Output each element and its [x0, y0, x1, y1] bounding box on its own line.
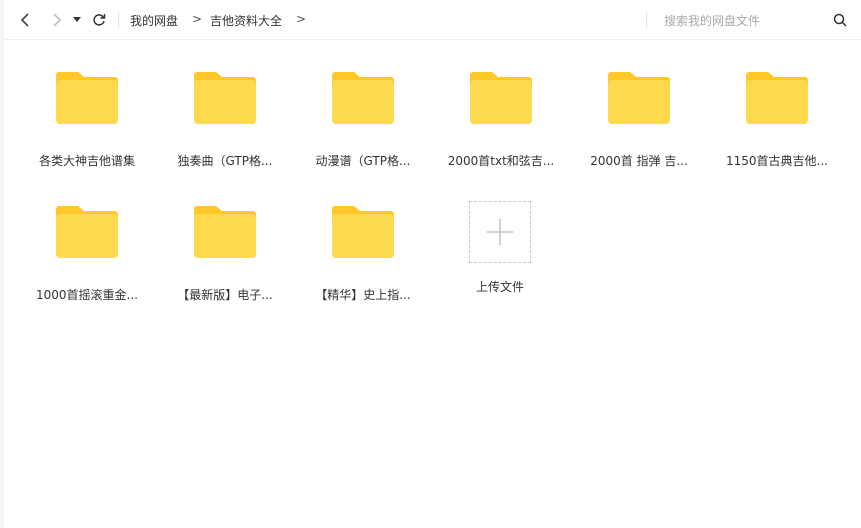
folder-name: 1150首古典吉他... [726, 154, 828, 168]
refresh-icon [93, 14, 106, 26]
folder-name: 2000首 指弹 吉... [590, 154, 688, 168]
folder-icon [470, 72, 532, 124]
folder-name: 各类大神吉他谱集 [38, 154, 135, 168]
folder-icon [194, 72, 256, 124]
breadcrumb-separator: > [192, 12, 203, 26]
search-divider [646, 12, 647, 28]
chevron-left-icon [20, 13, 29, 27]
plus-icon [487, 219, 513, 245]
folder-name: 2000首txt和弦吉... [447, 154, 555, 168]
breadcrumb-separator: > [296, 12, 307, 26]
folder-name: 动漫谱（GTP格... [315, 154, 411, 168]
folder-name: 【精华】史上指... [315, 288, 411, 302]
folder-name: 独奏曲（GTP格... [177, 154, 273, 168]
folder-icon [56, 206, 118, 258]
chevron-right-icon [53, 13, 62, 27]
search-input[interactable]: 搜索我的网盘文件 [664, 12, 760, 29]
refresh-button[interactable] [89, 10, 109, 30]
toolbar: 我的网盘 > 吉他资料大全 > 搜索我的网盘文件 [4, 0, 861, 40]
upload-button[interactable] [469, 201, 531, 263]
search-button[interactable] [830, 10, 850, 30]
folder-name: 1000首摇滚重金... [36, 288, 138, 302]
search-icon [833, 13, 847, 27]
breadcrumb-current[interactable]: 吉他资料大全 [210, 12, 282, 29]
breadcrumb-root[interactable]: 我的网盘 [130, 12, 178, 29]
folder-name: 【最新版】电子... [177, 288, 273, 302]
history-dropdown-button[interactable] [70, 10, 84, 30]
folder-icon [746, 72, 808, 124]
folder-icon [608, 72, 670, 124]
forward-button[interactable] [46, 10, 66, 30]
folder-icon [194, 206, 256, 258]
toolbar-divider [118, 12, 119, 28]
folder-icon [332, 206, 394, 258]
folder-icon [332, 72, 394, 124]
back-button[interactable] [16, 10, 36, 30]
left-edge [0, 0, 4, 528]
upload-label: 上传文件 [475, 280, 524, 294]
folder-icon [56, 72, 118, 124]
caret-down-icon [73, 17, 81, 22]
